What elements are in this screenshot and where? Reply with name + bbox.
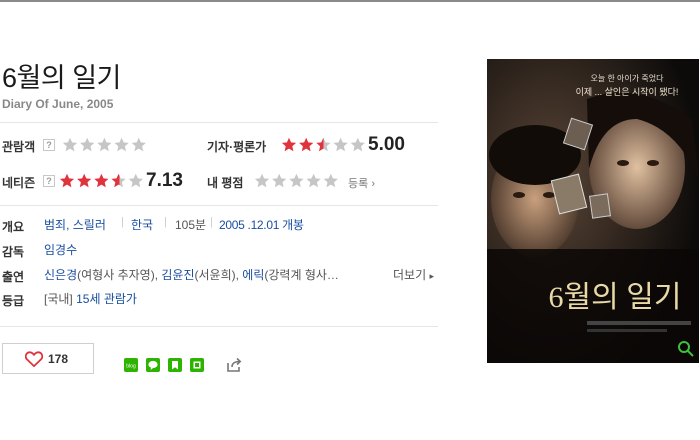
director-label: 감독 — [2, 245, 25, 259]
cast-label: 출연 — [2, 270, 25, 284]
cast-list: 신은경(여형사 추자영), 김윤진(서윤희), 에릭(강력계 형사… — [44, 266, 339, 283]
cast-link[interactable]: 신은경 — [44, 268, 77, 282]
blog-share-icon[interactable]: blog — [124, 358, 138, 372]
help-icon[interactable]: ? — [43, 175, 55, 187]
poster-image: 오늘 한 아이가 죽었다 이제 ... 살인은 시작이 됐다! 6월의 일기 — [487, 59, 699, 363]
star-icon[interactable] — [254, 173, 270, 188]
star-icon — [350, 137, 365, 152]
like-button[interactable]: 178 — [2, 343, 94, 374]
more-cast-link[interactable]: 더보기 ▸ — [393, 266, 434, 283]
star-icon — [77, 173, 92, 188]
bookmark-share-icon[interactable] — [168, 358, 182, 372]
like-count: 178 — [48, 352, 69, 366]
star-icon — [131, 137, 146, 152]
more-label: 더보기 — [393, 268, 427, 282]
divider — [0, 122, 438, 123]
divider — [0, 205, 438, 206]
star-icon — [128, 173, 143, 188]
grade-label: 등급 — [2, 294, 25, 308]
overview-label: 개요 — [2, 220, 25, 234]
release-date-link[interactable]: 2005 .12.01 개봉 — [219, 216, 304, 233]
my-rating-stars[interactable] — [254, 173, 340, 189]
poster-tagline-1: 오늘 한 아이가 죽었다 — [591, 73, 665, 83]
critic-stars — [281, 137, 367, 153]
movie-poster[interactable]: 오늘 한 아이가 죽었다 이제 ... 살인은 시작이 됐다! 6월의 일기 — [487, 59, 699, 363]
star-icon — [80, 137, 95, 152]
star-icon — [299, 137, 314, 152]
chevron-right-icon: › — [371, 178, 375, 190]
separator: | — [121, 216, 124, 228]
star-icon[interactable] — [306, 173, 321, 188]
my-rating-label: 내 평점 — [207, 176, 244, 190]
star-icon[interactable] — [289, 173, 304, 188]
cast-role: (여형사 추자영) — [77, 268, 155, 282]
critic-score: 5.00 — [368, 134, 405, 155]
star-icon — [62, 137, 78, 152]
audience-rating-label: 관람객 — [2, 140, 36, 154]
star-icon[interactable] — [323, 173, 338, 188]
genre-link[interactable]: 범죄, 스릴러 — [44, 216, 106, 233]
separator: | — [210, 216, 213, 228]
svg-text:blog: blog — [126, 364, 136, 370]
register-rating-link[interactable]: 등록 › — [348, 175, 375, 191]
cast-link[interactable]: 에릭 — [242, 268, 264, 282]
star-icon — [333, 137, 348, 152]
grade-prefix: [국내] — [44, 292, 73, 306]
star-icon — [114, 137, 129, 152]
star-icon — [111, 173, 126, 188]
top-divider — [0, 0, 700, 2]
country-link[interactable]: 한국 — [131, 216, 153, 233]
star-icon — [59, 173, 75, 188]
star-icon[interactable] — [272, 173, 287, 188]
movie-subtitle: Diary Of June, 2005 — [2, 97, 114, 111]
star-icon — [316, 137, 331, 152]
share-out-icon[interactable] — [225, 356, 243, 374]
divider — [0, 326, 438, 327]
grade-link[interactable]: 15세 관람가 — [76, 292, 137, 306]
cast-link[interactable]: 김윤진 — [161, 268, 194, 282]
star-icon — [94, 173, 109, 188]
register-rating-label: 등록 — [348, 178, 369, 190]
poster-tagline-2: 이제 ... 살인은 시작이 됐다! — [576, 86, 679, 97]
runtime-text: 105분 — [175, 218, 207, 232]
netizen-stars — [59, 173, 145, 189]
grade-value: [국내] 15세 관람가 — [44, 290, 137, 307]
star-icon — [97, 137, 112, 152]
critic-rating-label: 기자·평론가 — [207, 140, 267, 154]
separator: | — [164, 216, 167, 228]
director-link[interactable]: 임경수 — [44, 241, 77, 258]
poster-title: 6월의 일기 — [549, 281, 682, 314]
chevron-right-icon: ▸ — [429, 271, 434, 281]
cast-role: (서윤희) — [194, 268, 236, 282]
netizen-rating-label: 네티즌 — [2, 176, 36, 190]
green-share-icon[interactable] — [190, 358, 204, 372]
heart-icon — [25, 351, 43, 367]
netizen-score: 7.13 — [146, 170, 183, 191]
help-icon[interactable]: ? — [43, 139, 55, 151]
line-share-icon[interactable] — [146, 358, 160, 372]
audience-stars — [62, 137, 148, 153]
cast-role: (강력계 형사… — [264, 268, 339, 282]
star-icon — [281, 137, 297, 152]
movie-title: 6월의 일기 — [2, 63, 121, 93]
